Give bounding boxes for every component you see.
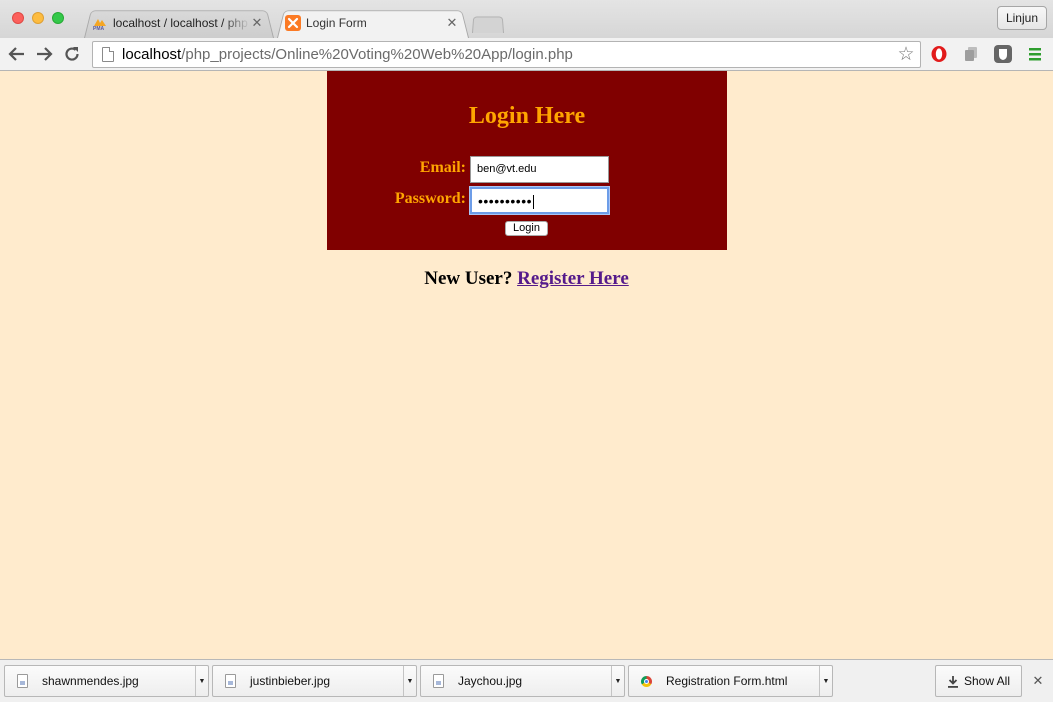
close-window-button[interactable] [12, 12, 24, 24]
forward-button[interactable] [32, 42, 56, 66]
register-link[interactable]: Register Here [517, 268, 629, 289]
xampp-icon [285, 15, 301, 31]
page-icon [102, 47, 114, 62]
close-shelf-icon[interactable]: ✕ [1030, 672, 1046, 690]
email-field[interactable]: ben@vt.edu [470, 156, 609, 183]
download-filename: justinbieber.jpg [250, 674, 331, 688]
password-field[interactable]: •••••••••• [470, 187, 609, 214]
arrow-left-icon [8, 47, 24, 61]
show-all-label: Show All [963, 674, 1011, 688]
login-title: Login Here [468, 103, 586, 129]
reload-button[interactable] [60, 42, 84, 66]
zoom-window-button[interactable] [52, 12, 64, 24]
download-shelf: shawnmendes.jpg ▼ justinbieber.jpg ▼ Jay… [0, 659, 1053, 702]
svg-text:PMA: PMA [93, 26, 105, 31]
login-panel: Login Here Email: ben@vt.edu Password: •… [327, 71, 727, 250]
chevron-down-icon[interactable]: ▼ [403, 666, 416, 696]
new-tab-button[interactable] [472, 15, 504, 33]
address-bar[interactable]: localhost/php_projects/Online%20Voting%2… [92, 41, 921, 68]
chevron-down-icon[interactable]: ▼ [611, 666, 624, 696]
download-filename: Jaychou.jpg [458, 674, 523, 688]
chevron-down-icon[interactable]: ▼ [195, 666, 208, 696]
email-label: Email: [419, 159, 466, 176]
show-all-downloads-button[interactable]: Show All [935, 665, 1022, 697]
image-file-icon [225, 674, 236, 688]
download-item[interactable]: justinbieber.jpg ▼ [212, 665, 417, 697]
menu-icon[interactable] [1024, 43, 1046, 65]
download-filename: shawnmendes.jpg [42, 674, 139, 688]
extension-shield-icon[interactable] [992, 43, 1014, 65]
chevron-down-icon[interactable]: ▼ [819, 666, 832, 696]
download-item[interactable]: Registration Form.html ▼ [628, 665, 833, 697]
download-icon [947, 675, 959, 688]
tab-login-form[interactable]: Login Form ✕ [277, 8, 469, 38]
image-file-icon [433, 674, 444, 688]
image-file-icon [17, 674, 28, 688]
back-button[interactable] [5, 42, 29, 66]
tab-phpmyadmin[interactable]: PMA localhost / localhost / php ✕ [84, 8, 274, 38]
browser-titlebar: PMA localhost / localhost / php ✕ Login … [0, 0, 1053, 38]
opera-extension-icon[interactable] [928, 43, 950, 65]
minimize-window-button[interactable] [32, 12, 44, 24]
browser-toolbar: localhost/php_projects/Online%20Voting%2… [0, 38, 1053, 71]
url-host: localhost [122, 46, 182, 63]
tab-title: Login Form [306, 16, 367, 30]
url-text[interactable]: localhost/php_projects/Online%20Voting%2… [122, 46, 894, 63]
bookmark-star-icon[interactable]: ☆ [894, 43, 918, 66]
new-user-text: New User? [424, 268, 518, 289]
download-item[interactable]: shawnmendes.jpg ▼ [4, 665, 209, 697]
download-filename: Registration Form.html [666, 674, 788, 688]
password-masked-value: •••••••••• [478, 193, 533, 209]
tab-close-icon[interactable]: ✕ [445, 15, 459, 31]
reload-icon [65, 47, 79, 61]
tab-title: localhost / localhost / php [113, 16, 248, 30]
tab-close-icon[interactable]: ✕ [250, 15, 264, 31]
text-caret [533, 195, 535, 210]
chrome-html-icon [641, 675, 652, 687]
extension-copy-icon[interactable] [960, 43, 982, 65]
download-item[interactable]: Jaychou.jpg ▼ [420, 665, 625, 697]
arrow-right-icon [37, 47, 53, 61]
password-label: Password: [394, 190, 466, 207]
login-button[interactable]: Login [505, 221, 548, 236]
url-path: /php_projects/Online%20Voting%20Web%20Ap… [181, 46, 573, 63]
phpmyadmin-icon: PMA [92, 15, 108, 31]
profile-button[interactable]: Linjun [996, 6, 1047, 30]
register-prompt: New User? Register Here [0, 268, 1053, 290]
